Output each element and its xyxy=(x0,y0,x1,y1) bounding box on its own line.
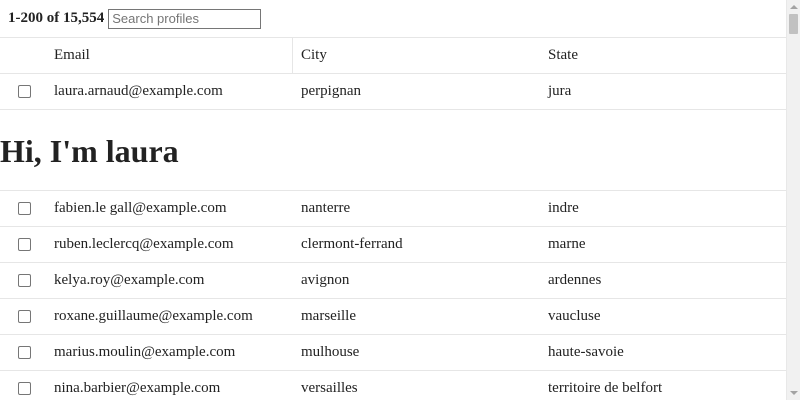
cell-state: vaucluse xyxy=(548,308,601,324)
row-select-cell xyxy=(0,191,46,226)
column-divider xyxy=(292,38,293,73)
cell-city: nanterre xyxy=(301,200,351,216)
profiles-page: 1-200 of 15,554 Email City State laura.a… xyxy=(0,0,800,400)
table-row[interactable]: marius.moulin@example.com mulhouse haute-s… xyxy=(0,335,786,371)
row-select-checkbox[interactable] xyxy=(18,202,31,215)
column-header-city[interactable]: City xyxy=(301,38,327,73)
search-input[interactable] xyxy=(108,8,262,29)
cell-city: versailles xyxy=(301,380,358,396)
cell-city: mulhouse xyxy=(301,344,360,360)
table-row[interactable]: nina.barbier@example.com versailles territ… xyxy=(0,371,786,400)
profile-greeting-title: Hi, I'm laura xyxy=(0,133,179,169)
row-select-checkbox[interactable] xyxy=(18,382,31,395)
row-select-checkbox[interactable] xyxy=(18,274,31,287)
cell-email: ruben.leclercq@example.com xyxy=(54,236,234,252)
scroll-down-button[interactable] xyxy=(787,386,800,400)
row-select-checkbox[interactable] xyxy=(18,346,31,359)
triangle-up-icon xyxy=(789,5,798,9)
cell-city: marseille xyxy=(301,308,356,324)
row-select-checkbox[interactable] xyxy=(18,238,31,251)
row-select-cell xyxy=(0,335,46,370)
table-body-before: laura.arnaud@example.com perpignan jura xyxy=(0,74,786,110)
scrollbar-thumb[interactable] xyxy=(789,14,798,34)
cell-state: ardennes xyxy=(548,272,602,288)
row-select-cell xyxy=(0,74,46,109)
table-row[interactable]: fabien.le gall@example.com nanterre indre xyxy=(0,191,786,227)
cell-state: territoire de belfort xyxy=(548,380,663,396)
cell-email: nina.barbier@example.com xyxy=(54,380,221,396)
table-toolbar: 1-200 of 15,554 xyxy=(0,0,786,38)
cell-city: avignon xyxy=(301,272,350,288)
cell-state: haute-savoie xyxy=(548,344,624,360)
table-header-row: Email City State xyxy=(0,38,786,74)
vertical-scrollbar[interactable] xyxy=(786,0,800,400)
cell-email: marius.moulin@example.com xyxy=(54,344,236,360)
cell-email: kelya.roy@example.com xyxy=(54,272,205,288)
table-row[interactable]: ruben.leclercq@example.com clermont-ferra… xyxy=(0,227,786,263)
cell-state: indre xyxy=(548,200,579,216)
table-row[interactable]: kelya.roy@example.com avignon ardennes xyxy=(0,263,786,299)
expanded-profile-panel: Hi, I'm laura xyxy=(0,110,786,191)
table-row[interactable]: laura.arnaud@example.com perpignan jura xyxy=(0,74,786,110)
table-row[interactable]: roxane.guillaume@example.com marseille vau… xyxy=(0,299,786,335)
column-header-state[interactable]: State xyxy=(548,38,578,73)
profiles-table-container: 1-200 of 15,554 Email City State laura.a… xyxy=(0,0,786,400)
cell-email: roxane.guillaume@example.com xyxy=(54,308,253,324)
row-select-cell xyxy=(0,263,46,298)
results-count: 1-200 of 15,554 xyxy=(8,10,105,26)
triangle-down-icon xyxy=(789,391,798,395)
row-select-checkbox[interactable] xyxy=(18,310,31,323)
scroll-up-button[interactable] xyxy=(787,0,800,14)
cell-state: marne xyxy=(548,236,586,252)
row-select-cell xyxy=(0,371,46,400)
cell-city: perpignan xyxy=(301,83,361,99)
cell-email: laura.arnaud@example.com xyxy=(54,83,223,99)
cell-email: fabien.le gall@example.com xyxy=(54,200,227,216)
column-header-email[interactable]: Email xyxy=(54,38,90,73)
table-body-after: fabien.le gall@example.com nanterre indre r… xyxy=(0,191,786,400)
row-select-cell xyxy=(0,227,46,262)
row-select-checkbox[interactable] xyxy=(18,85,31,98)
row-select-cell xyxy=(0,299,46,334)
cell-city: clermont-ferrand xyxy=(301,236,403,252)
cell-state: jura xyxy=(548,83,572,99)
